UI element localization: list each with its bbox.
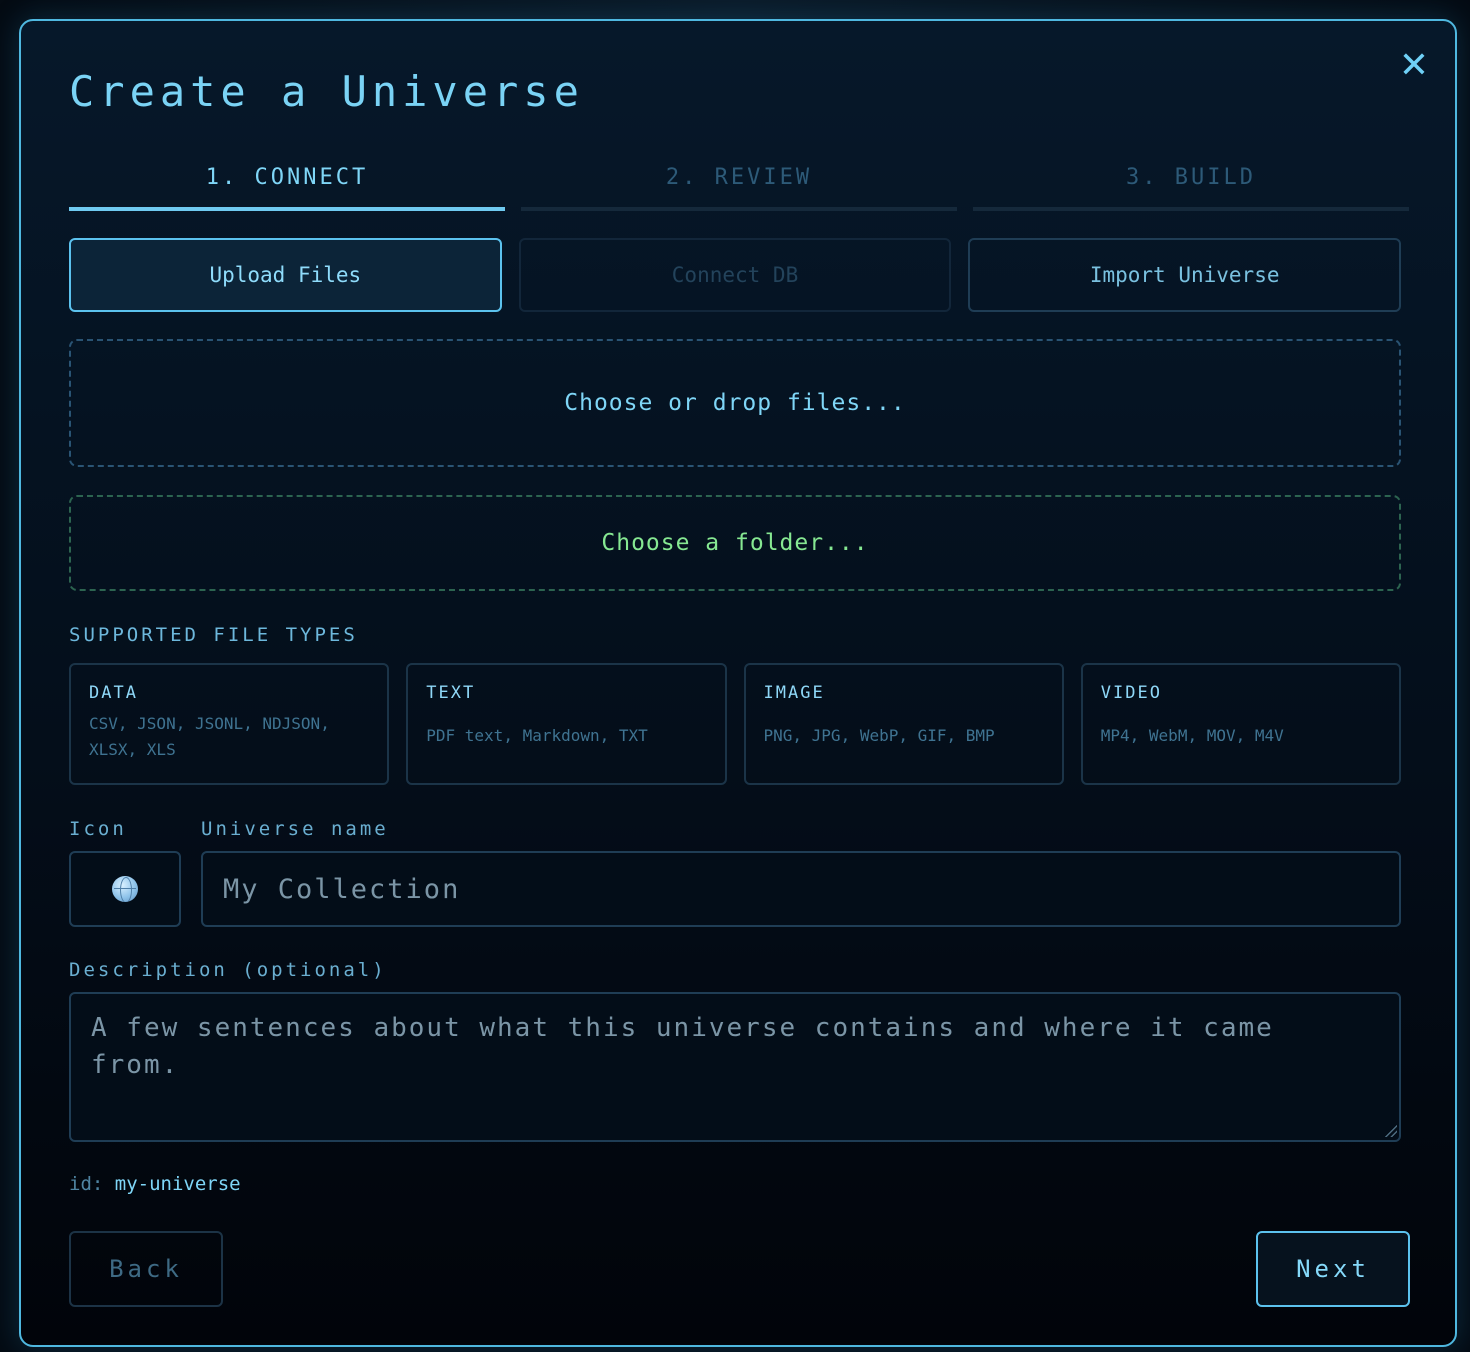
type-card-data: DATA CSV, JSON, JSONL, NDJSON, XLSX, XLS — [69, 663, 390, 785]
resize-handle[interactable] — [1385, 1125, 1397, 1137]
file-dropzone[interactable]: Choose or drop files... — [69, 339, 1401, 467]
step-review[interactable]: 2. REVIEW — [521, 161, 957, 211]
icon-picker[interactable] — [69, 851, 181, 927]
type-formats: MP4, WebM, MOV, M4V — [1100, 726, 1284, 745]
close-icon[interactable]: ✕ — [1393, 45, 1435, 87]
next-button[interactable]: Next — [1256, 1231, 1410, 1307]
type-name: IMAGE — [763, 683, 825, 703]
connect-db-button[interactable]: Connect DB — [518, 238, 952, 312]
universe-id: id: my-universe — [69, 1173, 241, 1195]
universe-name-label: Universe name — [201, 818, 389, 840]
icon-label: Icon — [69, 818, 127, 840]
upload-files-button[interactable]: Upload Files — [69, 238, 502, 312]
type-name: DATA — [89, 683, 138, 703]
id-value: my-universe — [114, 1173, 241, 1195]
description-textarea[interactable] — [69, 992, 1401, 1142]
supported-types-label: SUPPORTED FILE TYPES — [69, 624, 358, 646]
type-formats: PDF text, Markdown, TXT — [426, 726, 648, 745]
import-universe-button[interactable]: Import Universe — [968, 238, 1402, 312]
type-formats: PNG, JPG, WebP, GIF, BMP — [763, 726, 995, 745]
folder-picker[interactable]: Choose a folder... — [69, 495, 1401, 591]
type-formats: CSV, JSON, JSONL, NDJSON, XLSX, XLS — [89, 714, 330, 759]
type-name: VIDEO — [1100, 683, 1162, 703]
type-card-text: TEXT PDF text, Markdown, TXT — [406, 663, 727, 785]
back-button[interactable]: Back — [69, 1231, 223, 1307]
description-label: Description (optional) — [69, 959, 387, 981]
dialog-title: Create a Universe — [69, 67, 584, 116]
universe-name-input[interactable] — [201, 851, 1401, 927]
step-connect[interactable]: 1. CONNECT — [69, 161, 505, 211]
id-prefix: id: — [69, 1173, 104, 1195]
supported-types-grid: DATA CSV, JSON, JSONL, NDJSON, XLSX, XLS… — [69, 663, 1401, 785]
type-name: TEXT — [426, 683, 476, 703]
type-card-video: VIDEO MP4, WebM, MOV, M4V — [1080, 663, 1401, 785]
type-card-image: IMAGE PNG, JPG, WebP, GIF, BMP — [743, 663, 1064, 785]
source-mode-tabs: Upload Files Connect DB Import Universe — [69, 238, 1402, 312]
stepper: 1. CONNECT 2. REVIEW 3. BUILD — [69, 161, 1409, 211]
step-build[interactable]: 3. BUILD — [973, 161, 1409, 211]
globe-icon — [112, 876, 138, 902]
create-universe-dialog: Create a Universe ✕ 1. CONNECT 2. REVIEW… — [19, 19, 1457, 1347]
